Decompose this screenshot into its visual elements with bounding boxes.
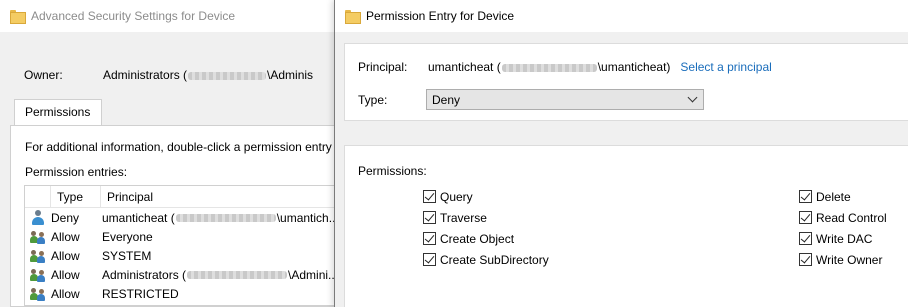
back-window-title: Advanced Security Settings for Device — [31, 9, 236, 23]
owner-row: Owner: Administrators (\Adminis — [24, 68, 313, 82]
row-principal: Administrators (\Admini... — [102, 267, 339, 282]
owner-value: Administrators (\Adminis — [103, 68, 314, 82]
permissions-panel: For additional information, double-click… — [10, 125, 341, 307]
tab-permissions[interactable]: Permissions — [14, 99, 103, 126]
permissions-section: Permissions: Query Traverse Create Object C… — [344, 145, 908, 307]
user-icon — [31, 210, 45, 225]
chevron-down-icon — [687, 92, 698, 103]
permission-label: Write Owner — [816, 252, 883, 267]
principal-label: Principal: — [358, 60, 408, 74]
redacted-text — [188, 71, 267, 80]
group-icon — [29, 287, 46, 301]
permission-traverse[interactable]: Traverse — [423, 207, 549, 228]
checkbox-checked-icon[interactable] — [799, 253, 812, 266]
checkbox-checked-icon[interactable] — [423, 190, 436, 203]
folder-icon — [10, 10, 26, 24]
permission-label: Traverse — [440, 210, 487, 225]
permission-entries-label: Permission entries: — [25, 165, 128, 179]
row-type: Allow — [51, 229, 80, 244]
type-label: Type: — [358, 92, 388, 107]
permission-label: Delete — [816, 189, 851, 204]
checkbox-checked-icon[interactable] — [799, 232, 812, 245]
select-principal-link[interactable]: Select a principal — [680, 60, 771, 74]
redacted-text — [187, 271, 288, 280]
table-header: Type Principal — [25, 186, 340, 208]
permission-label: Create SubDirectory — [440, 252, 549, 267]
column-header-principal[interactable]: Principal — [100, 186, 340, 207]
checkbox-checked-icon[interactable] — [423, 232, 436, 245]
permission-label: Write DAC — [816, 231, 873, 246]
back-title-bar[interactable]: Advanced Security Settings for Device — [0, 0, 339, 32]
row-principal: umanticheat (\umantich... — [102, 210, 339, 225]
group-icon — [29, 249, 46, 263]
info-text: For additional information, double-click… — [25, 140, 332, 154]
table-row[interactable]: Allow RESTRICTED — [25, 284, 340, 303]
owner-label: Owner: — [24, 68, 63, 82]
group-icon — [29, 268, 46, 282]
dialog-title: Permission Entry for Device — [366, 9, 515, 23]
advanced-security-window: Advanced Security Settings for Device Ow… — [0, 0, 341, 307]
redacted-text — [175, 214, 276, 223]
checkbox-checked-icon[interactable] — [423, 211, 436, 224]
checkbox-checked-icon[interactable] — [799, 211, 812, 224]
permissions-right-column: Delete Read Control Write DAC Write Owner — [799, 186, 887, 270]
checkbox-checked-icon[interactable] — [423, 253, 436, 266]
row-type: Allow — [51, 248, 80, 263]
table-row[interactable]: Allow Everyone — [25, 227, 340, 246]
principal-section: Principal: umanticheat (\umanticheat) Se… — [344, 43, 908, 121]
table-row[interactable]: Deny umanticheat (\umantich... — [25, 208, 340, 227]
permission-create-subdirectory[interactable]: Create SubDirectory — [423, 249, 549, 270]
permission-write-dac[interactable]: Write DAC — [799, 228, 887, 249]
permission-entries-table[interactable]: Type Principal Deny umanticheat (\umantic… — [24, 185, 340, 306]
row-type: Deny — [51, 210, 80, 225]
dialog-title-bar[interactable]: Permission Entry for Device — [335, 0, 908, 32]
permissions-left-column: Query Traverse Create Object Create SubDire… — [423, 186, 549, 270]
permissions-label: Permissions: — [358, 164, 427, 178]
row-type: Allow — [51, 267, 80, 282]
row-type: Allow — [51, 286, 80, 301]
permission-delete[interactable]: Delete — [799, 186, 887, 207]
folder-icon — [345, 10, 361, 24]
column-header-type[interactable]: Type — [50, 186, 100, 207]
permission-query[interactable]: Query — [423, 186, 549, 207]
permission-label: Create Object — [440, 231, 515, 246]
checkbox-checked-icon[interactable] — [799, 190, 812, 203]
table-row[interactable]: Allow Administrators (\Admini... — [25, 265, 340, 284]
permission-label: Read Control — [816, 210, 887, 225]
permission-read-control[interactable]: Read Control — [799, 207, 887, 228]
row-principal: SYSTEM — [102, 248, 152, 263]
permission-entry-dialog: Permission Entry for Device Principal: u… — [334, 0, 908, 307]
permission-label: Query — [440, 189, 473, 204]
principal-value: umanticheat (\umanticheat) — [428, 60, 671, 74]
type-select-value: Deny — [432, 92, 461, 107]
permission-write-owner[interactable]: Write Owner — [799, 249, 887, 270]
row-principal: RESTRICTED — [102, 286, 179, 301]
row-principal: Everyone — [102, 229, 153, 244]
permission-create-object[interactable]: Create Object — [423, 228, 549, 249]
redacted-text — [501, 63, 597, 72]
table-row[interactable]: Allow SYSTEM — [25, 246, 340, 265]
type-select[interactable]: Deny — [426, 89, 704, 110]
group-icon — [29, 230, 46, 244]
